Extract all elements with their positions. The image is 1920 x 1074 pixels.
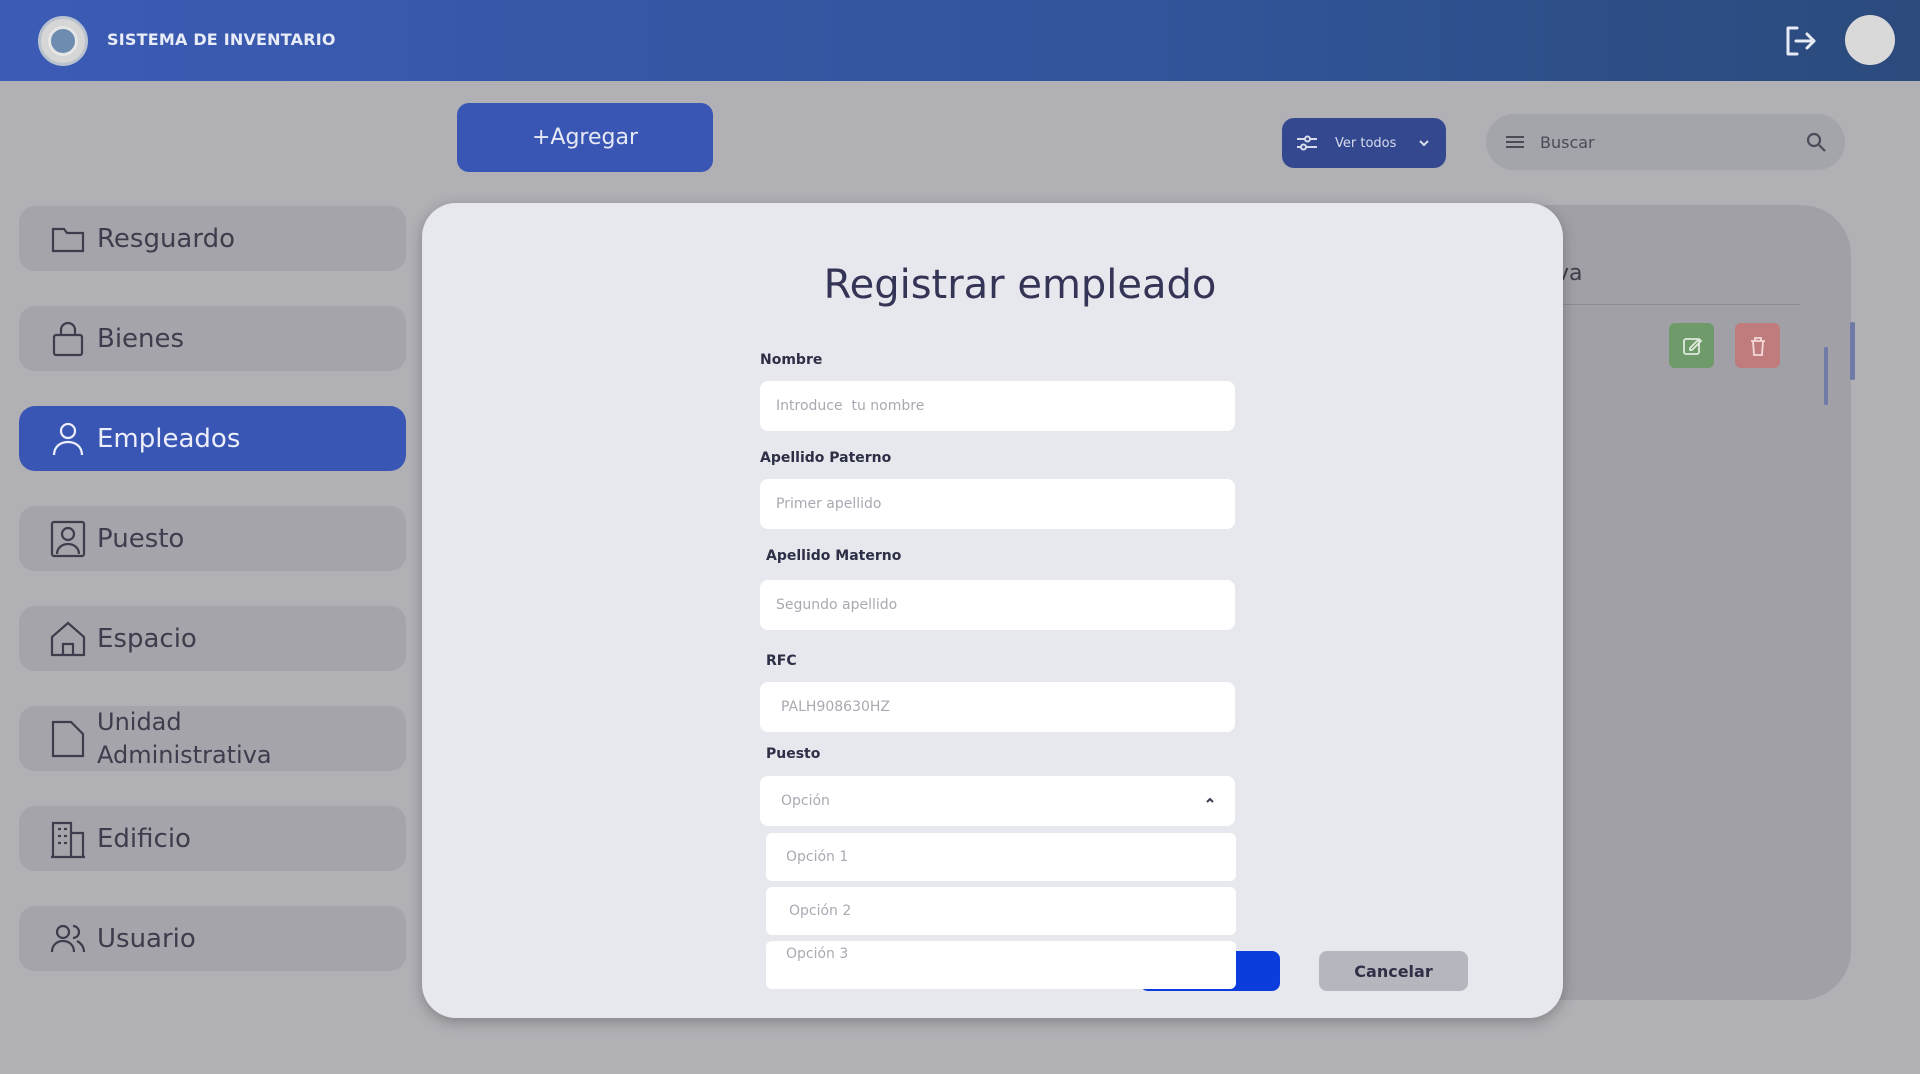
menu-icon[interactable] xyxy=(1504,133,1526,151)
sidebar-item-edificio[interactable]: Edificio xyxy=(19,806,406,871)
cancel-button[interactable]: Cancelar xyxy=(1319,951,1468,991)
sidebar-item-empleados[interactable]: Empleados xyxy=(19,406,406,471)
rfc-label: RFC xyxy=(766,653,797,669)
nombre-input[interactable] xyxy=(760,381,1235,431)
users-icon xyxy=(50,924,86,952)
search-bar[interactable]: Buscar xyxy=(1486,114,1845,170)
apellido-materno-label: Apellido Materno xyxy=(766,548,902,564)
rfc-input[interactable] xyxy=(760,682,1235,732)
puesto-option[interactable]: Opción 2 xyxy=(766,887,1236,935)
nombre-label: Nombre xyxy=(760,352,823,368)
sidebar-item-label: Puesto xyxy=(97,523,185,554)
id-card-icon xyxy=(50,520,86,557)
chevron-up-icon xyxy=(1206,797,1214,803)
delete-button[interactable] xyxy=(1735,323,1780,368)
sidebar-item-label: Edificio xyxy=(97,823,191,854)
sidebar-item-label: Espacio xyxy=(97,623,197,654)
top-bar: SISTEMA DE INVENTARIO xyxy=(0,0,1920,81)
sidebar-item-puesto[interactable]: Puesto xyxy=(19,506,406,571)
apellido-paterno-input[interactable] xyxy=(760,479,1235,529)
search-icon[interactable] xyxy=(1805,131,1827,153)
building-icon xyxy=(51,821,85,858)
filter-icon xyxy=(1297,135,1317,151)
puesto-select[interactable]: Opción xyxy=(760,776,1235,826)
app-title: SISTEMA DE INVENTARIO xyxy=(107,30,336,49)
user-icon xyxy=(52,422,84,455)
apellido-paterno-label: Apellido Paterno xyxy=(760,450,892,466)
chevron-down-icon xyxy=(1419,140,1430,147)
sidebar-item-label: Bienes xyxy=(97,323,185,354)
sidebar-item-bienes[interactable]: Bienes xyxy=(19,306,406,371)
scrollbar-thumb[interactable] xyxy=(1824,347,1828,405)
logout-icon[interactable] xyxy=(1783,24,1817,58)
sidebar-item-usuario[interactable]: Usuario xyxy=(19,906,406,971)
puesto-option[interactable]: Opción 3 xyxy=(766,941,1236,989)
sidebar-item-label: Unidad Administrativa xyxy=(97,707,272,769)
sidebar-item-label: Usuario xyxy=(97,923,196,954)
document-icon xyxy=(51,720,85,757)
sidebar-item-label: Empleados xyxy=(97,423,241,454)
search-input[interactable]: Buscar xyxy=(1540,133,1595,152)
puesto-label: Puesto xyxy=(766,746,821,762)
add-button[interactable]: +Agregar xyxy=(457,103,713,172)
sidebar-item-unidad-administrativa[interactable]: Unidad Administrativa xyxy=(19,706,406,771)
puesto-option[interactable]: Opción 1 xyxy=(766,833,1236,881)
bag-icon xyxy=(52,321,84,356)
sidebar-item-label: Resguardo xyxy=(97,223,235,254)
filter-label: Ver todos xyxy=(1335,135,1397,151)
apellido-materno-input[interactable] xyxy=(760,580,1235,630)
edit-button[interactable] xyxy=(1669,323,1714,368)
puesto-select-value: Opción xyxy=(781,793,830,809)
modal-title: Registrar empleado xyxy=(823,262,1217,308)
home-icon xyxy=(50,621,86,656)
avatar[interactable] xyxy=(1845,15,1895,65)
sidebar-item-espacio[interactable]: Espacio xyxy=(19,606,406,671)
edit-icon xyxy=(1682,337,1702,355)
app-logo xyxy=(38,16,88,66)
scrollbar-thumb[interactable] xyxy=(1850,322,1855,380)
trash-icon xyxy=(1750,336,1765,356)
folder-icon xyxy=(51,227,85,252)
filter-dropdown[interactable]: Ver todos xyxy=(1282,118,1446,168)
